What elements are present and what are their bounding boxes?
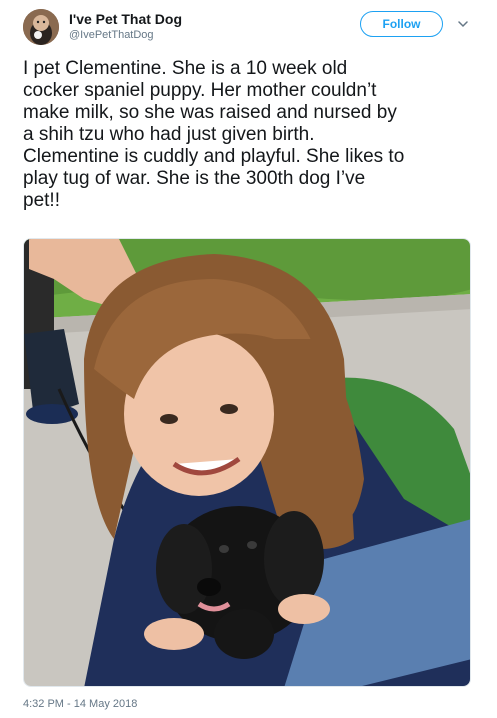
follow-button[interactable]: Follow xyxy=(360,11,443,37)
author-display-name[interactable]: I've Pet That Dog xyxy=(69,11,182,27)
tweet-text-line: make milk, so she was raised and nursed … xyxy=(23,102,397,123)
tweet-menu-button[interactable] xyxy=(457,18,469,30)
tweet-text: I pet Clementine. She is a 10 week old c… xyxy=(23,58,479,212)
author-avatar[interactable] xyxy=(23,9,59,45)
dog-avatar-icon xyxy=(23,9,59,45)
tweet-text-line: play tug of war. She is the 300th dog I’… xyxy=(23,168,366,189)
tweet-text-line: a shih tzu who had just given birth. xyxy=(23,124,315,145)
tweet-timestamp[interactable]: 4:32 PM - 14 May 2018 xyxy=(23,698,137,710)
tweet-text-line: I pet Clementine. She is a 10 week old xyxy=(23,58,348,79)
girl-with-puppy-photo xyxy=(24,239,470,686)
chevron-down-icon xyxy=(458,20,468,27)
tweet-card: I've Pet That Dog @IvePetThatDog Follow … xyxy=(0,0,497,718)
tweet-text-line: pet!! xyxy=(23,190,60,211)
author-handle[interactable]: @IvePetThatDog xyxy=(69,29,154,41)
tweet-text-line: cocker spaniel puppy. Her mother couldn’… xyxy=(23,80,377,101)
tweet-text-line: Clementine is cuddly and playful. She li… xyxy=(23,146,405,167)
tweet-photo[interactable] xyxy=(23,238,471,687)
